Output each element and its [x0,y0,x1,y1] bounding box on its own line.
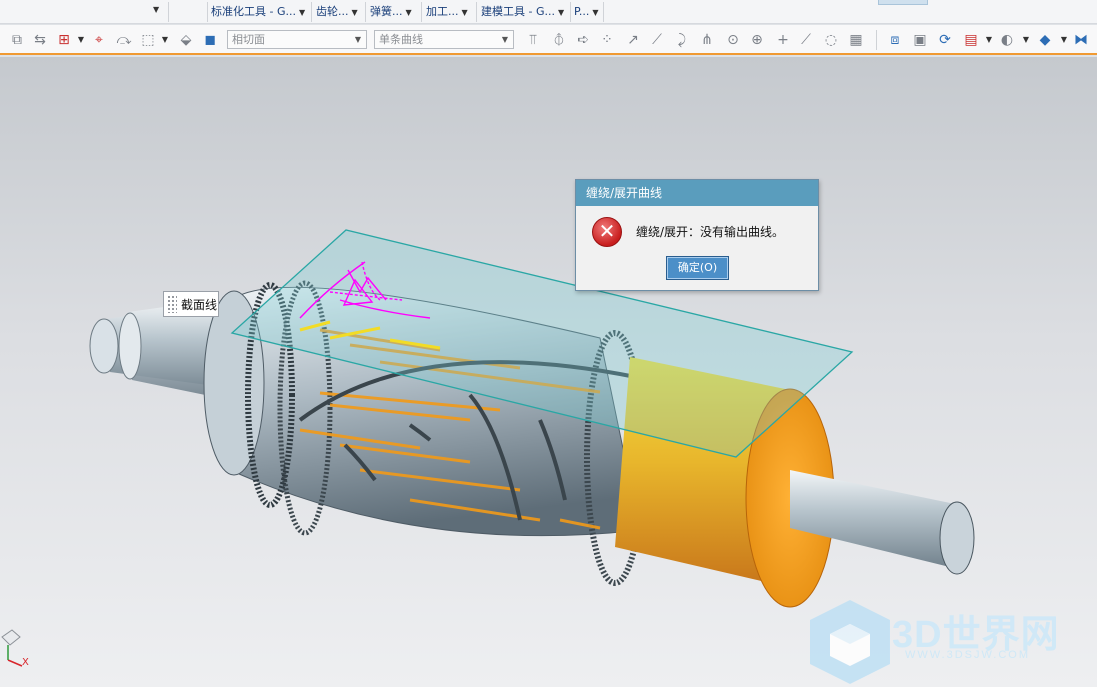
dialog-title[interactable]: 缠绕/展开曲线 [576,180,818,206]
shaded-cube-icon[interactable]: ◆ [1036,31,1054,49]
snap-existing-point-icon[interactable]: + [774,31,792,49]
menu-machining-label: 加工... [426,5,459,18]
chevron-down-icon[interactable]: ▼ [161,31,169,49]
chevron-down-icon[interactable]: ▼ [1022,31,1030,49]
chevron-down-icon[interactable]: ▼ [77,31,85,49]
ribbon-separator [476,2,477,22]
cad-model [1,229,975,684]
chevron-down-icon: ▼ [354,35,362,44]
drag-grip-icon[interactable] [167,295,177,313]
snap-on-curve-icon[interactable]: ⟋ [797,31,815,49]
selection-toolbar: ⧉ ⇆ ⊞ ▼ ⌖ ⤼ ⬚ ▼ ⬙ ◼ 相切面 ▼ 单条曲线 ▼ ⫪ ⦽ ➪ ⁘… [0,25,1097,55]
curve-rule-select[interactable]: 单条曲线 ▼ [374,30,514,49]
stop-at-intersection-icon[interactable]: ⫪ [524,31,542,49]
view-section-icon[interactable]: ⧓ [1072,31,1090,49]
snap-endpoint-icon[interactable]: ↗ [624,31,642,49]
menu-gear-label: 齿轮... [316,5,349,18]
ribbon-scroll-tab[interactable] [878,0,928,5]
ribbon-dropdown-arrow[interactable]: ▼ [153,5,159,14]
face-rule-value: 相切面 [232,33,265,46]
rotate-icon[interactable]: ⟳ [936,31,954,49]
chevron-down-icon: ▼ [405,8,412,17]
fit-view-icon[interactable]: ⧈ [886,31,904,49]
filter-select-icon[interactable]: ⊞ [55,31,73,49]
nx-window: ▼ 标准化工具 - G... ▼ 齿轮... ▼ 弹簧... ▼ 加工... ▼ 建模工… [0,0,1097,687]
ribbon-separator [207,2,208,22]
snap-curve-point-icon[interactable]: ⤸ [673,31,691,49]
menu-spring-label: 弹簧... [370,5,403,18]
face-rule-select[interactable]: 相切面 ▼ [227,30,367,49]
triad-x-label: X [22,657,29,668]
watermark-url: WWW.3DSJW.COM [905,649,1030,661]
menu-more[interactable]: P... ▼ [572,3,601,21]
snap-point-icon[interactable]: ⌖ [90,31,108,49]
section-line-label: 截面线 [181,297,218,312]
snap-intersection-icon[interactable]: ⋔ [698,31,716,49]
dialog-message: 缠绕/展开：没有输出曲线。 [636,225,785,239]
chevron-down-icon: ▼ [501,35,509,44]
solid-body-icon[interactable]: ⬙ [177,31,195,49]
chevron-down-icon[interactable]: ▼ [1060,31,1068,49]
chevron-down-icon[interactable]: ▼ [985,31,993,49]
menu-spring[interactable]: 弹簧... ▼ [368,3,414,21]
feature-curve-icon[interactable]: ➪ [574,31,592,49]
snap-control-icon[interactable]: ⁘ [598,31,616,49]
follow-fillet-icon[interactable]: ⦽ [550,31,568,49]
rectangle-select-icon[interactable]: ⬚ [139,31,157,49]
ribbon-separator [603,2,604,22]
snap-midpoint-icon[interactable]: ⟋ [648,31,666,49]
watermark-cube-logo [810,600,890,684]
menu-more-label: P... [574,5,590,18]
graphics-viewport[interactable]: X [0,57,1097,687]
ribbon-separator [570,2,571,22]
toolbar-separator [876,30,877,50]
menu-standard-tools-label: 标准化工具 - G... [211,5,296,18]
ok-button[interactable]: 确定(O) [666,256,729,280]
snap-arc-center-icon[interactable]: ⊙ [724,31,742,49]
render-style-icon[interactable]: ◐ [998,31,1016,49]
error-dialog: 缠绕/展开曲线 ✕ 缠绕/展开：没有输出曲线。 确定(O) [575,179,819,291]
menu-standard-tools[interactable]: 标准化工具 - G... ▼ [209,3,307,21]
ribbon-tool-strip: ▼ 标准化工具 - G... ▼ 齿轮... ▼ 弹簧... ▼ 加工... ▼ 建模工… [0,0,1097,24]
ribbon-separator [365,2,366,22]
menu-modeling-tools[interactable]: 建模工具 - G... ▼ [479,3,566,21]
error-icon: ✕ [592,217,622,247]
view-triad [1,629,23,667]
snap-quadrant-icon[interactable]: ⊕ [748,31,766,49]
deselect-icon[interactable]: ⤼ [115,31,133,49]
orient-view-icon[interactable]: ▤ [962,31,980,49]
chevron-down-icon: ▼ [592,8,599,17]
curve-rule-value: 单条曲线 [379,33,423,46]
menu-modeling-tools-label: 建模工具 - G... [481,5,555,18]
ribbon-separator [311,2,312,22]
section-line-tag[interactable]: 截面线 [163,291,219,317]
zoom-region-icon[interactable]: ▣ [911,31,929,49]
assembly-navigator-icon[interactable]: ⧉ [8,31,26,49]
snap-on-face-icon[interactable]: ◌ [822,31,840,49]
menu-machining[interactable]: 加工... ▼ [424,3,470,21]
menu-gear[interactable]: 齿轮... ▼ [314,3,360,21]
ribbon-separator [421,2,422,22]
reference-sets-icon[interactable]: ⇆ [31,31,49,49]
chevron-down-icon: ▼ [351,8,358,17]
cube-icon[interactable]: ◼ [201,31,219,49]
snap-bounded-grid-icon[interactable]: ▦ [847,31,865,49]
chevron-down-icon: ▼ [557,8,565,17]
chevron-down-icon: ▼ [461,8,468,17]
chevron-down-icon: ▼ [298,8,306,17]
ribbon-separator [168,2,169,22]
